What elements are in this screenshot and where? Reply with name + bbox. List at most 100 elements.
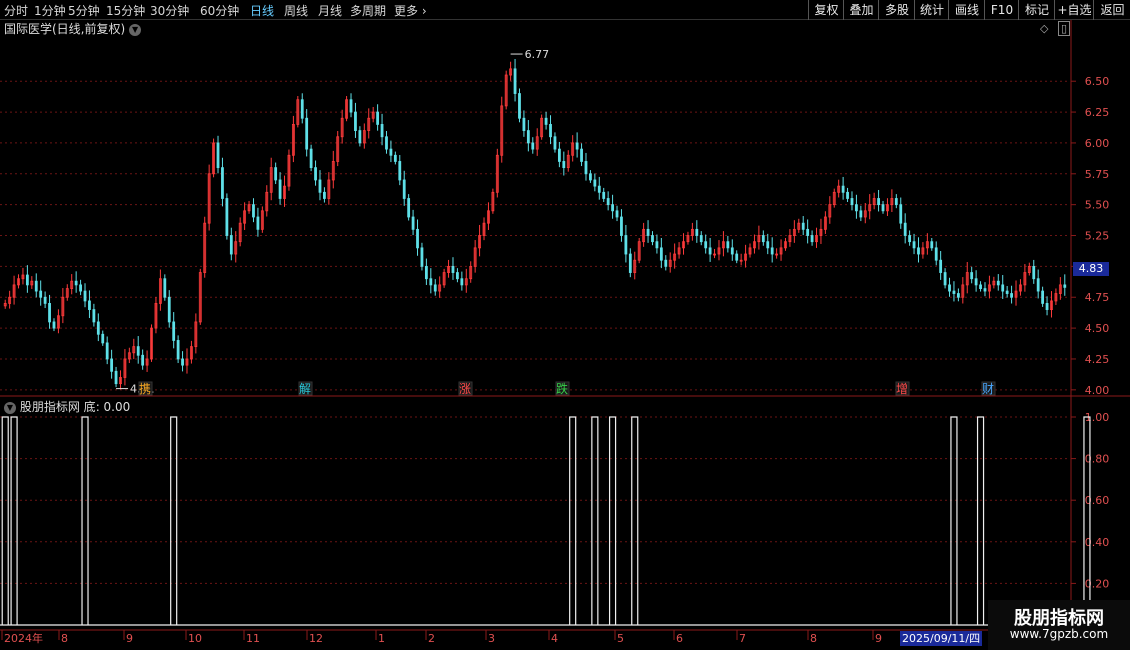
candle-body[interactable] <box>331 161 335 181</box>
candle-body[interactable] <box>371 111 375 119</box>
candle-body[interactable] <box>291 124 295 156</box>
candle-body[interactable] <box>934 247 938 261</box>
candle-body[interactable] <box>30 280 34 286</box>
candle-body[interactable] <box>110 358 114 372</box>
candle-body[interactable] <box>628 253 632 273</box>
candle-body[interactable] <box>655 241 659 249</box>
candle-body[interactable] <box>784 241 787 249</box>
candle-body[interactable] <box>868 204 872 212</box>
candle-body[interactable] <box>393 154 397 162</box>
candle-body[interactable] <box>668 259 672 267</box>
candle-body[interactable] <box>318 179 322 193</box>
candle-body[interactable] <box>1054 293 1058 302</box>
candle-body[interactable] <box>198 272 202 323</box>
candle-body[interactable] <box>597 185 601 193</box>
candle-body[interactable] <box>327 179 331 199</box>
event-marker[interactable]: 解 <box>299 382 311 396</box>
candle-body[interactable] <box>965 272 969 286</box>
candle-body[interactable] <box>389 148 393 156</box>
candle-body[interactable] <box>699 235 703 243</box>
candle-body[interactable] <box>163 278 167 298</box>
candle-body[interactable] <box>651 235 654 243</box>
candle-body[interactable] <box>52 321 56 329</box>
candle-body[interactable] <box>101 333 105 344</box>
candle-body[interactable] <box>1036 278 1040 292</box>
candle-body[interactable] <box>21 274 25 280</box>
candle-body[interactable] <box>487 210 490 224</box>
candle-body[interactable] <box>659 247 663 261</box>
candle-body[interactable] <box>810 235 814 243</box>
candle-body[interactable] <box>682 241 685 249</box>
candle-body[interactable] <box>438 284 442 292</box>
candle-body[interactable] <box>1010 293 1013 298</box>
candle-body[interactable] <box>779 247 783 255</box>
candle-body[interactable] <box>48 303 51 323</box>
candle-body[interactable] <box>744 253 747 261</box>
candle-body[interactable] <box>974 278 978 286</box>
candle-body[interactable] <box>970 272 974 280</box>
candle-body[interactable] <box>287 154 291 187</box>
candle-body[interactable] <box>456 272 459 280</box>
candle-body[interactable] <box>12 284 16 298</box>
candle-body[interactable] <box>176 340 180 360</box>
candle-body[interactable] <box>673 253 677 261</box>
event-marker[interactable]: 增 <box>896 382 908 396</box>
candle-body[interactable] <box>424 265 428 280</box>
candle-body[interactable] <box>925 241 929 249</box>
candle-body[interactable] <box>921 247 925 255</box>
candle-body[interactable] <box>105 342 109 360</box>
candle-body[interactable] <box>562 161 566 169</box>
candle-body[interactable] <box>642 228 646 243</box>
candle-body[interactable] <box>637 241 641 261</box>
candle-body[interactable] <box>402 179 406 199</box>
candle-body[interactable] <box>708 247 712 255</box>
candle-body[interactable] <box>247 204 251 212</box>
candle-body[interactable] <box>877 198 880 206</box>
candle-body[interactable] <box>513 68 517 94</box>
candle-body[interactable] <box>145 358 149 366</box>
candle-body[interactable] <box>65 288 69 298</box>
candle-body[interactable] <box>544 117 548 125</box>
period-tab-7[interactable]: 周线 <box>284 2 308 19</box>
event-marker[interactable]: 涨 <box>459 381 471 396</box>
candle-body[interactable] <box>57 315 60 329</box>
candle-body[interactable] <box>411 216 415 230</box>
toolbar-button-6[interactable]: 标记 <box>1018 0 1055 20</box>
price-chart[interactable]: 6.506.256.005.755.505.255.004.754.504.25… <box>0 0 1130 650</box>
candle-body[interactable] <box>633 259 637 273</box>
candle-body[interactable] <box>216 142 220 169</box>
indicator-name[interactable]: 股朋指标网 <box>20 400 80 414</box>
candle-body[interactable] <box>367 117 371 131</box>
candle-body[interactable] <box>207 173 211 224</box>
candle-body[interactable] <box>61 296 65 317</box>
candle-body[interactable] <box>442 272 446 286</box>
candle-body[interactable] <box>43 296 47 304</box>
candle-body[interactable] <box>190 346 193 360</box>
candle-body[interactable] <box>713 253 716 256</box>
toolbar-button-7[interactable]: +自选 <box>1054 0 1094 20</box>
candle-body[interactable] <box>469 265 473 280</box>
candle-body[interactable] <box>996 280 1000 286</box>
candle-body[interactable] <box>96 321 100 335</box>
candle-body[interactable] <box>345 99 348 119</box>
candle-body[interactable] <box>39 290 43 298</box>
candle-body[interactable] <box>606 198 610 206</box>
candle-body[interactable] <box>83 290 87 302</box>
period-tab-3[interactable]: 15分钟 <box>106 2 145 19</box>
candle-body[interactable] <box>930 241 934 249</box>
candle-body[interactable] <box>1045 303 1049 310</box>
candle-body[interactable] <box>278 179 282 199</box>
candle-body[interactable] <box>797 222 801 230</box>
candle-body[interactable] <box>172 321 176 341</box>
candle-body[interactable] <box>114 370 118 385</box>
candle-body[interactable] <box>730 247 734 255</box>
candle-body[interactable] <box>886 204 889 212</box>
candle-body[interactable] <box>34 280 38 292</box>
candle-body[interactable] <box>943 272 947 286</box>
candle-body[interactable] <box>690 228 694 236</box>
candle-body[interactable] <box>801 222 805 230</box>
candle-body[interactable] <box>620 216 623 236</box>
candle-body[interactable] <box>775 253 779 256</box>
candle-body[interactable] <box>141 354 145 366</box>
candle-body[interactable] <box>447 265 450 273</box>
